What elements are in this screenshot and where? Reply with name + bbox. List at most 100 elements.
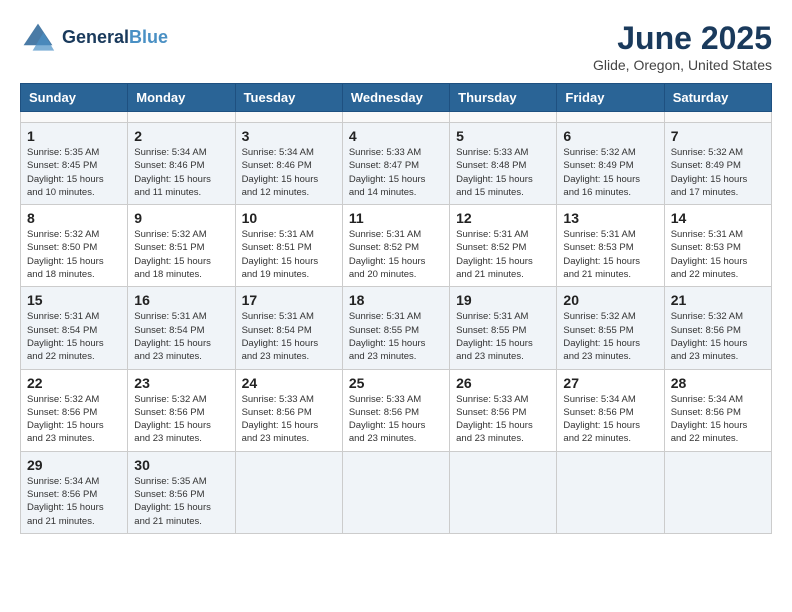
calendar-header-row: SundayMondayTuesdayWednesdayThursdayFrid… (21, 84, 772, 112)
title-block: June 2025 Glide, Oregon, United States (593, 20, 772, 73)
day-of-week-header: Tuesday (235, 84, 342, 112)
calendar-cell: 12 Sunrise: 5:31 AM Sunset: 8:52 PM Dayli… (450, 205, 557, 287)
calendar-cell: 29Sunrise: 5:34 AM Sunset: 8:56 PM Dayli… (21, 451, 128, 533)
day-info: Sunrise: 5:31 AM Sunset: 8:51 PM Dayligh… (242, 228, 336, 281)
day-number: 5 (456, 128, 550, 144)
calendar-cell: 26Sunrise: 5:33 AM Sunset: 8:56 PM Dayli… (450, 369, 557, 451)
day-info: Sunrise: 5:35 AM Sunset: 8:45 PM Dayligh… (27, 146, 121, 199)
day-info: Sunrise: 5:31 AM Sunset: 8:55 PM Dayligh… (349, 310, 443, 363)
calendar-cell: 14Sunrise: 5:31 AM Sunset: 8:53 PM Dayli… (664, 205, 771, 287)
calendar-cell: 11 Sunrise: 5:31 AM Sunset: 8:52 PM Dayli… (342, 205, 449, 287)
day-number: 11 (349, 210, 443, 226)
calendar-cell: 20Sunrise: 5:32 AM Sunset: 8:55 PM Dayli… (557, 287, 664, 369)
day-number: 18 (349, 292, 443, 308)
day-number: 13 (563, 210, 657, 226)
day-info: Sunrise: 5:32 AM Sunset: 8:56 PM Dayligh… (671, 310, 765, 363)
day-info: Sunrise: 5:33 AM Sunset: 8:56 PM Dayligh… (349, 393, 443, 446)
day-number: 23 (134, 375, 228, 391)
day-of-week-header: Friday (557, 84, 664, 112)
day-info: Sunrise: 5:32 AM Sunset: 8:56 PM Dayligh… (134, 393, 228, 446)
day-info: Sunrise: 5:32 AM Sunset: 8:51 PM Dayligh… (134, 228, 228, 281)
calendar-cell (450, 112, 557, 123)
day-number: 15 (27, 292, 121, 308)
day-number: 17 (242, 292, 336, 308)
day-number: 8 (27, 210, 121, 226)
calendar-cell: 3 Sunrise: 5:34 AM Sunset: 8:46 PM Daylig… (235, 123, 342, 205)
day-info: Sunrise: 5:31 AM Sunset: 8:55 PM Dayligh… (456, 310, 550, 363)
day-info: Sunrise: 5:31 AM Sunset: 8:53 PM Dayligh… (563, 228, 657, 281)
day-info: Sunrise: 5:31 AM Sunset: 8:54 PM Dayligh… (27, 310, 121, 363)
day-number: 6 (563, 128, 657, 144)
day-info: Sunrise: 5:31 AM Sunset: 8:52 PM Dayligh… (349, 228, 443, 281)
day-info: Sunrise: 5:34 AM Sunset: 8:46 PM Dayligh… (242, 146, 336, 199)
calendar-week-row: 15 Sunrise: 5:31 AM Sunset: 8:54 PM Dayli… (21, 287, 772, 369)
day-number: 1 (27, 128, 121, 144)
calendar-cell (235, 451, 342, 533)
day-number: 7 (671, 128, 765, 144)
day-info: Sunrise: 5:32 AM Sunset: 8:56 PM Dayligh… (27, 393, 121, 446)
calendar-cell: 25 Sunrise: 5:33 AM Sunset: 8:56 PM Dayli… (342, 369, 449, 451)
day-of-week-header: Thursday (450, 84, 557, 112)
day-info: Sunrise: 5:35 AM Sunset: 8:56 PM Dayligh… (134, 475, 228, 528)
day-number: 25 (349, 375, 443, 391)
location: Glide, Oregon, United States (593, 57, 772, 73)
day-info: Sunrise: 5:34 AM Sunset: 8:56 PM Dayligh… (671, 393, 765, 446)
calendar-cell (128, 112, 235, 123)
day-number: 22 (27, 375, 121, 391)
day-number: 30 (134, 457, 228, 473)
page-header: GeneralBlue June 2025 Glide, Oregon, Uni… (20, 20, 772, 73)
day-number: 27 (563, 375, 657, 391)
calendar-cell: 15 Sunrise: 5:31 AM Sunset: 8:54 PM Dayli… (21, 287, 128, 369)
day-of-week-header: Sunday (21, 84, 128, 112)
day-number: 12 (456, 210, 550, 226)
day-number: 26 (456, 375, 550, 391)
calendar-week-row: 22 Sunrise: 5:32 AM Sunset: 8:56 PM Dayli… (21, 369, 772, 451)
calendar-cell: 22 Sunrise: 5:32 AM Sunset: 8:56 PM Dayli… (21, 369, 128, 451)
day-info: Sunrise: 5:31 AM Sunset: 8:52 PM Dayligh… (456, 228, 550, 281)
day-number: 14 (671, 210, 765, 226)
day-number: 9 (134, 210, 228, 226)
calendar-cell (235, 112, 342, 123)
calendar-week-row (21, 112, 772, 123)
day-number: 20 (563, 292, 657, 308)
calendar-cell: 4 Sunrise: 5:33 AM Sunset: 8:47 PM Daylig… (342, 123, 449, 205)
logo-text: GeneralBlue (62, 28, 168, 48)
day-number: 24 (242, 375, 336, 391)
day-info: Sunrise: 5:31 AM Sunset: 8:54 PM Dayligh… (242, 310, 336, 363)
day-info: Sunrise: 5:32 AM Sunset: 8:50 PM Dayligh… (27, 228, 121, 281)
calendar-cell: 2 Sunrise: 5:34 AM Sunset: 8:46 PM Daylig… (128, 123, 235, 205)
calendar-week-row: 29Sunrise: 5:34 AM Sunset: 8:56 PM Dayli… (21, 451, 772, 533)
day-info: Sunrise: 5:34 AM Sunset: 8:56 PM Dayligh… (27, 475, 121, 528)
logo-icon (20, 20, 56, 56)
calendar-cell: 19Sunrise: 5:31 AM Sunset: 8:55 PM Dayli… (450, 287, 557, 369)
day-info: Sunrise: 5:34 AM Sunset: 8:46 PM Dayligh… (134, 146, 228, 199)
calendar-cell: 23 Sunrise: 5:32 AM Sunset: 8:56 PM Dayli… (128, 369, 235, 451)
day-number: 21 (671, 292, 765, 308)
calendar-cell: 28 Sunrise: 5:34 AM Sunset: 8:56 PM Dayli… (664, 369, 771, 451)
day-of-week-header: Wednesday (342, 84, 449, 112)
calendar-cell: 6Sunrise: 5:32 AM Sunset: 8:49 PM Daylig… (557, 123, 664, 205)
calendar-cell: 24Sunrise: 5:33 AM Sunset: 8:56 PM Dayli… (235, 369, 342, 451)
calendar-cell: 17 Sunrise: 5:31 AM Sunset: 8:54 PM Dayli… (235, 287, 342, 369)
calendar-cell: 1 Sunrise: 5:35 AM Sunset: 8:45 PM Daylig… (21, 123, 128, 205)
calendar-cell (557, 451, 664, 533)
day-info: Sunrise: 5:32 AM Sunset: 8:49 PM Dayligh… (671, 146, 765, 199)
calendar-cell (342, 112, 449, 123)
day-info: Sunrise: 5:31 AM Sunset: 8:54 PM Dayligh… (134, 310, 228, 363)
calendar-cell: 5Sunrise: 5:33 AM Sunset: 8:48 PM Daylig… (450, 123, 557, 205)
calendar-cell: 9 Sunrise: 5:32 AM Sunset: 8:51 PM Daylig… (128, 205, 235, 287)
day-info: Sunrise: 5:33 AM Sunset: 8:47 PM Dayligh… (349, 146, 443, 199)
day-number: 4 (349, 128, 443, 144)
calendar-week-row: 1 Sunrise: 5:35 AM Sunset: 8:45 PM Daylig… (21, 123, 772, 205)
calendar-cell: 21 Sunrise: 5:32 AM Sunset: 8:56 PM Dayli… (664, 287, 771, 369)
day-of-week-header: Saturday (664, 84, 771, 112)
day-of-week-header: Monday (128, 84, 235, 112)
calendar-cell (664, 451, 771, 533)
day-number: 28 (671, 375, 765, 391)
calendar-cell (450, 451, 557, 533)
calendar-cell: 30 Sunrise: 5:35 AM Sunset: 8:56 PM Dayli… (128, 451, 235, 533)
calendar-cell: 27Sunrise: 5:34 AM Sunset: 8:56 PM Dayli… (557, 369, 664, 451)
month-title: June 2025 (593, 20, 772, 57)
day-number: 2 (134, 128, 228, 144)
day-number: 3 (242, 128, 336, 144)
